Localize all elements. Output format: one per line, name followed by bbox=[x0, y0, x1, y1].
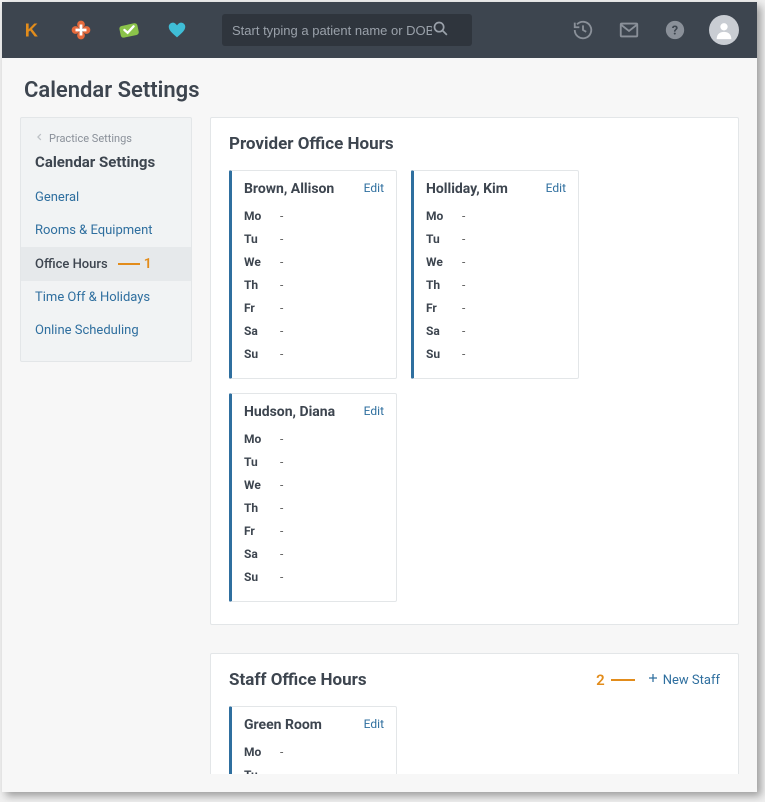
provider-name: Hudson, Diana bbox=[244, 404, 335, 420]
staff-cards: Green Room Edit Mo- Tu- We- Th- Fr- Sa- … bbox=[229, 706, 720, 774]
provider-name: Brown, Allison bbox=[244, 181, 334, 197]
top-nav: K bbox=[2, 2, 757, 58]
svg-text:K: K bbox=[25, 19, 39, 40]
panel-title: Staff Office Hours bbox=[229, 670, 367, 690]
nav-product-icons: K bbox=[20, 17, 190, 43]
edit-link[interactable]: Edit bbox=[364, 181, 384, 195]
sidebar-item-general[interactable]: General bbox=[21, 181, 191, 214]
sidebar-item-label: Online Scheduling bbox=[35, 323, 139, 338]
sidebar-item-label: Rooms & Equipment bbox=[35, 223, 153, 238]
provider-cards: Brown, Allison Edit Mo- Tu- We- Th- Fr- … bbox=[229, 170, 720, 602]
provider-card: Hudson, Diana Edit Mo- Tu- We- Th- Fr- S… bbox=[229, 393, 397, 602]
breadcrumb[interactable]: Practice Settings bbox=[21, 128, 191, 151]
content-area: Practice Settings Calendar Settings Gene… bbox=[2, 117, 757, 792]
user-avatar[interactable] bbox=[709, 15, 739, 45]
sidebar-title: Calendar Settings bbox=[21, 151, 191, 181]
svg-text:?: ? bbox=[672, 24, 678, 39]
staff-card: Green Room Edit Mo- Tu- We- Th- Fr- Sa- … bbox=[229, 706, 397, 774]
panel-title: Provider Office Hours bbox=[229, 134, 394, 154]
help-icon[interactable]: ? bbox=[663, 18, 687, 42]
new-staff-label: New Staff bbox=[663, 673, 720, 688]
history-icon[interactable] bbox=[571, 18, 595, 42]
main-column: Provider Office Hours Brown, Allison Edi… bbox=[210, 117, 739, 774]
callout-marker-1: 1 bbox=[114, 256, 152, 272]
search-icon[interactable] bbox=[432, 20, 449, 41]
provider-card: Brown, Allison Edit Mo- Tu- We- Th- Fr- … bbox=[229, 170, 397, 379]
edit-link[interactable]: Edit bbox=[364, 404, 384, 418]
sidebar-item-time-off-holidays[interactable]: Time Off & Holidays bbox=[21, 281, 191, 314]
sidebar-item-office-hours[interactable]: Office Hours 1 bbox=[21, 247, 191, 281]
breadcrumb-back-icon bbox=[35, 132, 45, 145]
heart-hands-icon[interactable] bbox=[164, 17, 190, 43]
page-title: Calendar Settings bbox=[2, 58, 757, 117]
app-frame: K bbox=[2, 2, 757, 792]
breadcrumb-label: Practice Settings bbox=[49, 132, 132, 145]
settings-sidebar: Practice Settings Calendar Settings Gene… bbox=[20, 117, 192, 362]
provider-card: Holliday, Kim Edit Mo- Tu- We- Th- Fr- S… bbox=[411, 170, 579, 379]
edit-link[interactable]: Edit bbox=[546, 181, 566, 195]
callout-marker-2: 2 bbox=[596, 671, 641, 689]
patient-search-input[interactable] bbox=[232, 23, 432, 38]
sidebar-item-label: Time Off & Holidays bbox=[35, 290, 150, 305]
sidebar-item-label: General bbox=[35, 190, 79, 205]
new-staff-button[interactable]: New Staff bbox=[647, 672, 720, 688]
nav-utility-icons: ? bbox=[571, 15, 739, 45]
provider-name: Holliday, Kim bbox=[426, 181, 508, 197]
plus-flower-icon[interactable] bbox=[68, 17, 94, 43]
staff-office-hours-panel: Staff Office Hours 2 New Staff bbox=[210, 653, 739, 774]
app-logo-k-icon[interactable]: K bbox=[20, 17, 46, 43]
plus-icon bbox=[647, 672, 659, 688]
patient-search[interactable] bbox=[222, 14, 472, 46]
staff-name: Green Room bbox=[244, 717, 322, 733]
mail-icon[interactable] bbox=[617, 18, 641, 42]
sidebar-item-rooms-equipment[interactable]: Rooms & Equipment bbox=[21, 214, 191, 247]
provider-office-hours-panel: Provider Office Hours Brown, Allison Edi… bbox=[210, 117, 739, 625]
checkmark-badge-icon[interactable] bbox=[116, 17, 142, 43]
sidebar-item-online-scheduling[interactable]: Online Scheduling bbox=[21, 314, 191, 347]
sidebar-items: General Rooms & Equipment Office Hours 1… bbox=[21, 181, 191, 347]
sidebar-item-label: Office Hours bbox=[35, 257, 108, 272]
edit-link[interactable]: Edit bbox=[364, 717, 384, 731]
